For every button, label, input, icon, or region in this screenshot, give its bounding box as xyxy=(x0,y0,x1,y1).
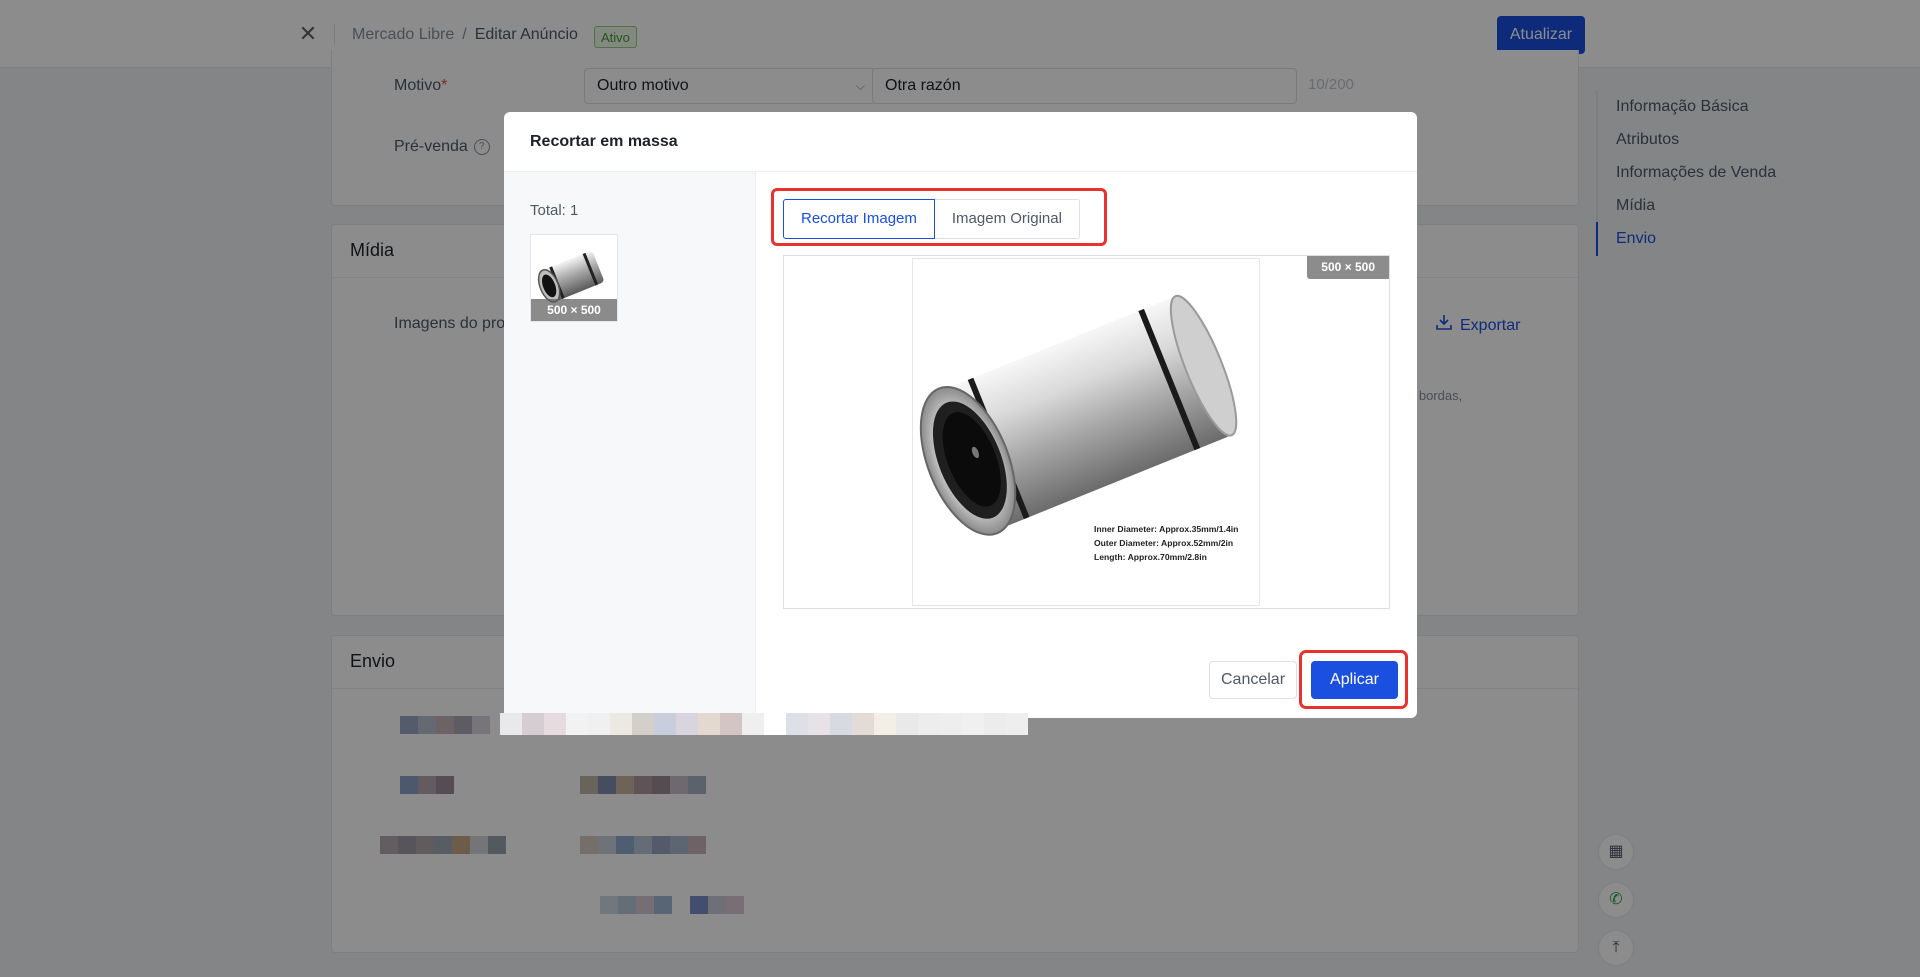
spec-line-length: Length: Approx.70mm/2.8in xyxy=(1094,552,1207,562)
crop-frame[interactable]: Inner Diameter: Approx.35mm/1.4in Outer … xyxy=(912,258,1260,606)
spec-line-outer: Outer Diameter: Approx.52mm/2in xyxy=(1094,538,1233,548)
tabs-highlight-annotation xyxy=(771,188,1107,246)
redacted-content xyxy=(500,713,1038,735)
bulk-crop-dialog: Recortar em massa Total: 1 500 × 500 Rec… xyxy=(504,112,1417,718)
bearing-product-image: Inner Diameter: Approx.35mm/1.4in Outer … xyxy=(919,294,1238,562)
cancel-button[interactable]: Cancelar xyxy=(1209,661,1297,699)
apply-highlight-annotation xyxy=(1299,650,1408,709)
preview-size-label: 500 × 500 xyxy=(1307,256,1389,279)
image-thumbnail[interactable]: 500 × 500 xyxy=(530,234,618,322)
total-count: Total: 1 xyxy=(530,202,579,219)
spec-line-inner: Inner Diameter: Approx.35mm/1.4in xyxy=(1094,524,1238,534)
image-list-panel: Total: 1 500 × 500 xyxy=(504,172,756,718)
dialog-title: Recortar em massa xyxy=(530,133,678,150)
crop-preview-area[interactable]: Inner Diameter: Approx.35mm/1.4in Outer … xyxy=(783,255,1390,609)
thumbnail-size-label: 500 × 500 xyxy=(531,299,617,321)
